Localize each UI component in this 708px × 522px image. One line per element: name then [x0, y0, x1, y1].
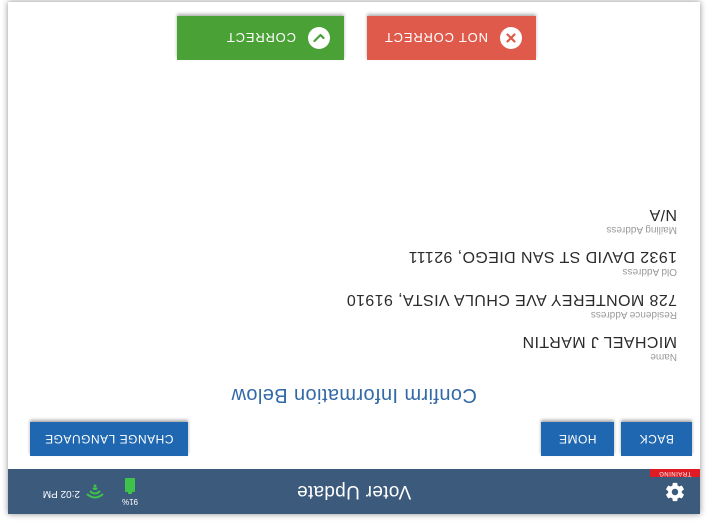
correct-button[interactable]: CORRECT [177, 16, 344, 60]
app-window: TRAINING Voter Update 91% 2:02 PM BACK H… [8, 2, 700, 514]
top-bar: TRAINING Voter Update 91% 2:02 PM [8, 469, 700, 514]
field-label: Old Address [622, 266, 677, 277]
field-label: Mailing Address [606, 224, 677, 235]
field-label: Name [650, 351, 677, 362]
field-label: Residence Address [590, 309, 677, 320]
check-circle-icon [308, 27, 330, 49]
page-heading: Confirm Information Below [231, 384, 477, 406]
clock: 2:02 PM [42, 488, 80, 499]
not-correct-label: NOT CORRECT [384, 30, 488, 46]
correct-label: CORRECT [226, 30, 296, 46]
field-value: 1932 DAVID ST SAN DIEGO, 92111 [408, 248, 677, 265]
field-value: 728 MONTEREY AVE CHULA VISTA, 91910 [346, 291, 677, 308]
name-field: Name MICHAEL J MARTIN [522, 332, 677, 362]
not-correct-button[interactable]: NOT CORRECT [367, 16, 536, 60]
battery-percent: 91% [122, 497, 139, 506]
app-title: Voter Update [296, 481, 412, 502]
field-value: N/A [649, 206, 677, 223]
change-language-button[interactable]: CHANGE LANGUAGE [30, 422, 188, 456]
mailing-address-field: Mailing Address N/A [606, 205, 677, 235]
residence-address-field: Residence Address 728 MONTEREY AVE CHULA… [346, 290, 677, 320]
back-button[interactable]: BACK [621, 422, 692, 456]
x-circle-icon [500, 27, 522, 49]
home-button[interactable]: HOME [541, 422, 614, 456]
battery-icon [125, 478, 135, 494]
battery-indicator: 91% [118, 476, 142, 506]
wifi-signal-icon [86, 484, 104, 500]
old-address-field: Old Address 1932 DAVID ST SAN DIEGO, 921… [408, 247, 677, 277]
field-value: MICHAEL J MARTIN [522, 333, 677, 350]
